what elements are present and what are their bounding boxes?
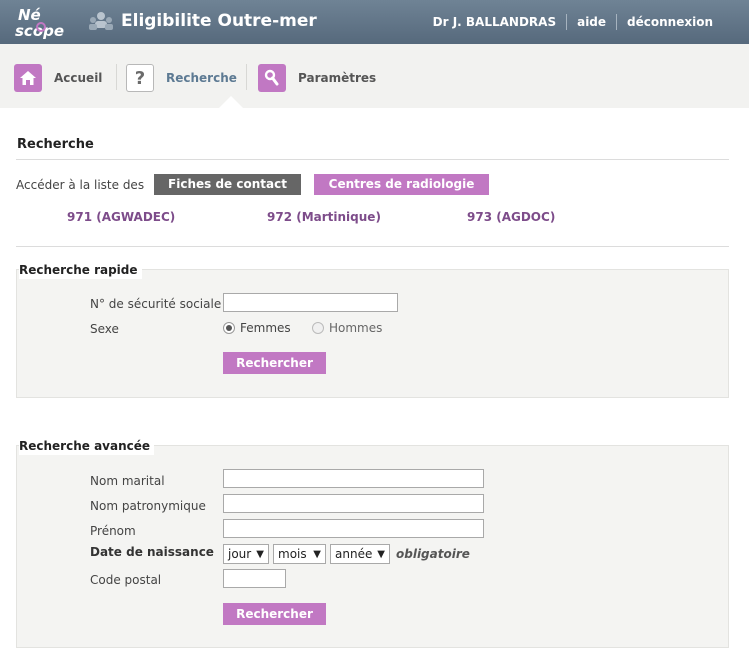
radio-checked-icon <box>223 322 235 334</box>
nav-label-parametres: Paramètres <box>298 71 377 85</box>
divider <box>16 159 729 160</box>
user-links: Dr J. BALLANDRAS aide déconnexion <box>423 0 749 44</box>
nav-divider <box>116 64 117 90</box>
user-name-link[interactable]: Dr J. BALLANDRAS <box>423 14 566 30</box>
app-title: Eligibilite Outre-mer <box>121 11 317 31</box>
quick-search-button[interactable]: Rechercher <box>223 352 326 374</box>
region-link-972[interactable]: 972 (Martinique) <box>267 210 381 224</box>
nav-item-accueil[interactable]: Accueil <box>14 63 102 93</box>
nav-label-accueil: Accueil <box>54 71 103 85</box>
quick-search-legend: Recherche rapide <box>19 261 142 279</box>
neoscope-logo[interactable]: Né scope <box>14 5 72 39</box>
sex-option-femmes-label: Femmes <box>240 321 291 335</box>
marital-name-input[interactable] <box>223 469 484 488</box>
sex-option-hommes-label: Hommes <box>329 321 383 335</box>
advanced-search-panel: Recherche avancée Nom marital Nom patron… <box>16 437 729 648</box>
birth-month-select[interactable]: mois ▼ <box>273 544 326 564</box>
access-list-label: Accéder à la liste des <box>16 178 145 192</box>
page-title: Recherche <box>17 137 94 152</box>
wrench-icon <box>258 64 286 92</box>
question-icon: ? <box>126 64 154 92</box>
users-icon <box>89 12 113 30</box>
chevron-down-icon: ▼ <box>377 549 385 560</box>
nav-divider <box>246 64 247 90</box>
first-name-label: Prénom <box>90 524 136 538</box>
advanced-search-legend: Recherche avancée <box>19 437 155 455</box>
active-tab-pointer <box>219 96 243 108</box>
chevron-down-icon: ▼ <box>256 549 264 560</box>
first-name-input[interactable] <box>223 519 484 538</box>
mandatory-hint: obligatoire <box>396 547 470 561</box>
birth-day-value: jour <box>228 547 252 561</box>
sex-label: Sexe <box>90 322 119 336</box>
help-link[interactable]: aide <box>566 14 616 30</box>
home-icon <box>14 64 42 92</box>
nav-item-parametres[interactable]: Paramètres <box>258 63 376 93</box>
advanced-search-button[interactable]: Rechercher <box>223 603 326 625</box>
birth-year-select[interactable]: année ▼ <box>330 544 390 564</box>
quick-search-panel: Recherche rapide N° de sécurité sociale … <box>16 261 729 398</box>
postal-code-label: Code postal <box>90 573 162 587</box>
divider <box>16 246 729 247</box>
postal-code-input[interactable] <box>223 569 286 588</box>
region-link-971[interactable]: 971 (AGWADEC) <box>67 210 175 224</box>
chevron-down-icon: ▼ <box>313 549 321 560</box>
main-nav: Accueil ? Recherche Paramètres <box>0 44 749 108</box>
radio-unchecked-icon <box>312 322 324 334</box>
nav-item-recherche[interactable]: ? Recherche <box>126 63 237 93</box>
birth-name-label: Nom patronymique <box>90 499 206 513</box>
birth-name-input[interactable] <box>223 494 484 513</box>
ssn-input[interactable] <box>223 293 398 312</box>
sex-radio-hommes[interactable]: Hommes <box>312 321 382 335</box>
sex-radio-femmes[interactable]: Femmes <box>223 321 291 335</box>
contact-sheets-button[interactable]: Fiches de contact <box>154 174 301 195</box>
ssn-label: N° de sécurité sociale <box>90 297 222 311</box>
marital-name-label: Nom marital <box>90 474 165 488</box>
region-link-973[interactable]: 973 (AGDOC) <box>467 210 555 224</box>
radiology-centers-button[interactable]: Centres de radiologie <box>314 174 489 195</box>
birth-day-select[interactable]: jour ▼ <box>223 544 269 564</box>
birth-month-value: mois <box>278 547 307 561</box>
birth-date-label: Date de naissance <box>90 545 214 559</box>
top-bar: Né scope Eligibilite Outre-mer Dr J. BAL… <box>0 0 749 44</box>
birth-year-value: année <box>335 547 373 561</box>
logout-link[interactable]: déconnexion <box>616 14 749 30</box>
nav-label-recherche: Recherche <box>166 71 237 85</box>
